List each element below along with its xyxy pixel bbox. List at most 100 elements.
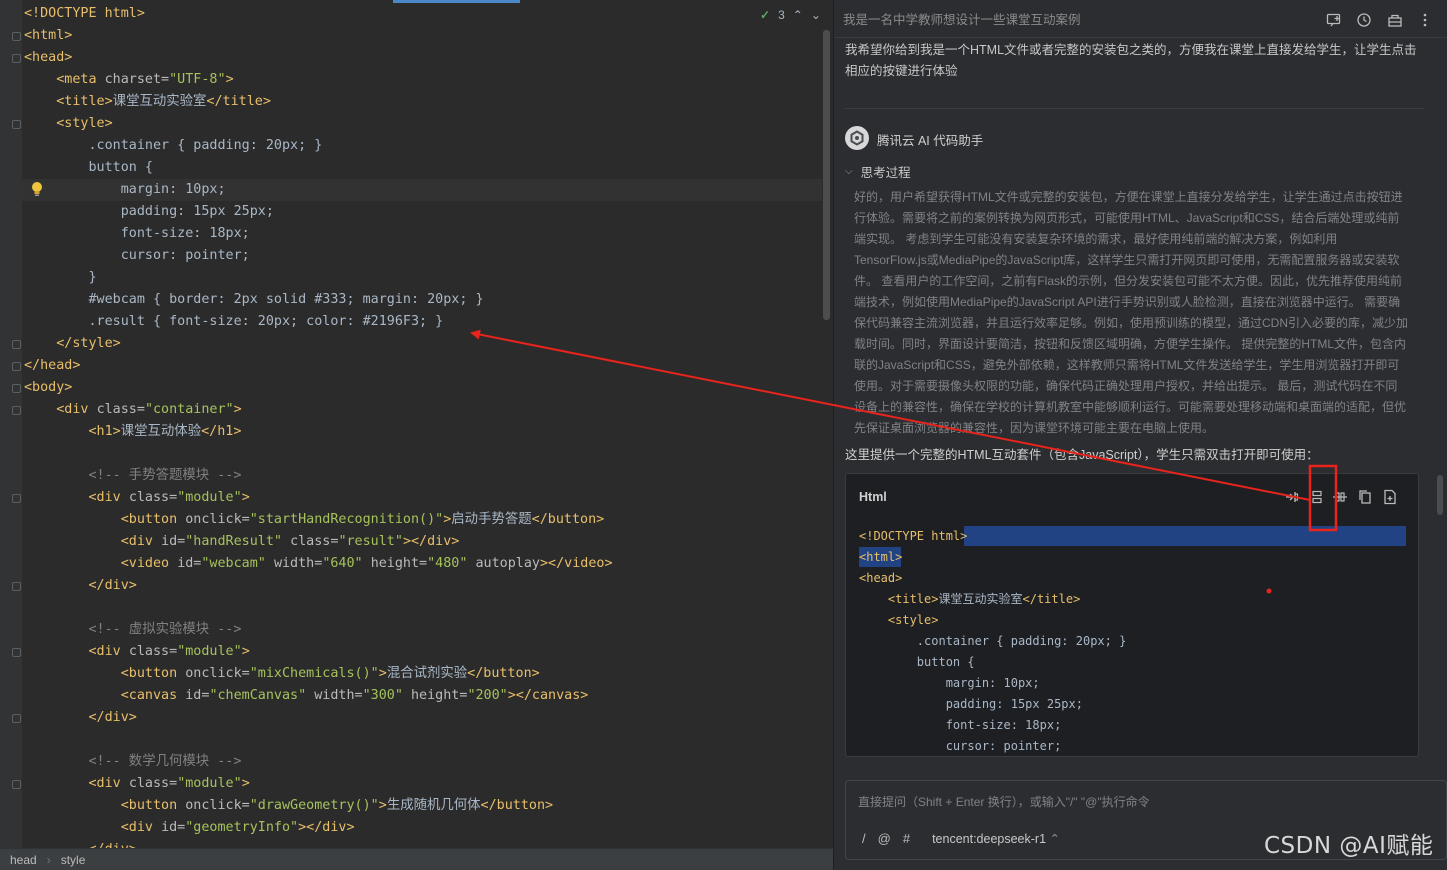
status-bar: head › style — [0, 848, 833, 870]
fold-marker-icon[interactable] — [12, 362, 21, 371]
chevron-up-icon[interactable]: ⌃ — [793, 8, 803, 22]
code-token: 课堂互动实验室 — [112, 94, 207, 109]
code-token: "UTF-8" — [169, 72, 226, 87]
new-file-icon[interactable] — [1382, 489, 1398, 505]
code-line[interactable]: .container { padding: 20px; } — [859, 631, 1127, 652]
code-line[interactable]: <video id="webcam" width="640" height="4… — [24, 553, 613, 575]
new-chat-icon[interactable] — [1326, 12, 1342, 28]
panel-scrollbar[interactable] — [1437, 475, 1443, 515]
code-editor[interactable]: <!DOCTYPE html> <html> <head> <meta charse… — [0, 0, 833, 848]
fold-marker-icon[interactable] — [12, 582, 21, 591]
code-line[interactable]: padding: 15px 25px; — [859, 694, 1083, 715]
code-line[interactable]: <button onclick="startHandRecognition()"… — [24, 509, 604, 531]
code-line[interactable]: <head> — [859, 568, 902, 589]
thinking-toggle[interactable]: ⌵ 思考过程 — [845, 162, 911, 181]
code-token: ></div> — [298, 820, 355, 835]
copy-icon[interactable] — [1357, 489, 1373, 505]
code-line[interactable]: <button onclick="drawGeometry()">生成随机几何体… — [24, 795, 553, 817]
code-line[interactable]: <div class="container"> — [24, 399, 242, 421]
code-line[interactable]: cursor: pointer; — [859, 736, 1062, 756]
code-line[interactable]: <!DOCTYPE html> — [859, 526, 967, 547]
code-token: "module" — [177, 490, 242, 505]
insert-below-icon[interactable] — [1307, 489, 1323, 505]
code-token: 课堂互动实验室 — [938, 592, 1023, 606]
code-line[interactable]: margin: 10px; — [859, 673, 1040, 694]
code-line[interactable]: <button onclick="mixChemicals()">混合试剂实验<… — [24, 663, 540, 685]
history-icon[interactable] — [1356, 12, 1372, 28]
code-token: <body> — [24, 380, 73, 395]
chevron-down-icon[interactable]: ⌄ — [811, 8, 821, 22]
fold-marker-icon[interactable] — [12, 780, 21, 789]
code-line[interactable]: <body> — [24, 377, 72, 399]
toolbox-icon[interactable] — [1387, 12, 1403, 28]
lightbulb-icon[interactable] — [31, 181, 43, 197]
code-line[interactable]: <!-- 虚拟实验模块 --> — [24, 619, 241, 641]
code-line[interactable]: </div> — [24, 575, 136, 597]
code-line[interactable]: <div class="module"> — [24, 773, 249, 795]
code-line[interactable]: margin: 10px; — [24, 179, 226, 201]
code-line[interactable]: <meta charset="UTF-8"> — [24, 69, 233, 91]
code-line[interactable]: <canvas id="chemCanvas" width="300" heig… — [24, 685, 589, 707]
code-line[interactable]: button { — [24, 157, 153, 179]
breadcrumb-head[interactable]: head — [10, 853, 37, 867]
code-line[interactable]: font-size: 18px; — [24, 223, 250, 245]
fold-marker-icon[interactable] — [12, 32, 21, 41]
code-line[interactable]: <div class="module"> — [24, 641, 249, 663]
code-line[interactable]: <html> — [24, 25, 72, 47]
code-line[interactable]: button { — [859, 652, 975, 673]
fold-marker-icon[interactable] — [12, 384, 21, 393]
code-line[interactable]: <div class="module"> — [24, 487, 249, 509]
code-line[interactable]: <h1>课堂互动体验</h1> — [24, 421, 241, 443]
code-line[interactable]: <!-- 手势答题模块 --> — [24, 465, 241, 487]
code-line[interactable]: <title>课堂互动实验室</title> — [24, 91, 271, 113]
code-token: <div — [24, 490, 129, 505]
conversation-title[interactable]: 我是一名中学教师想设计一些课堂互动案例 — [843, 9, 1081, 28]
diff-compare-icon[interactable] — [1332, 489, 1348, 505]
code-token: > — [233, 402, 242, 417]
code-token: <button — [24, 512, 186, 527]
fold-marker-icon[interactable] — [12, 54, 21, 63]
fold-marker-icon[interactable] — [12, 406, 21, 415]
model-name: tencent:deepseek-r1 — [932, 832, 1047, 846]
editor-scrollbar[interactable] — [823, 30, 830, 320]
code-line[interactable]: </div> — [24, 839, 136, 848]
code-line[interactable]: <style> — [24, 113, 112, 135]
code-token: class= — [128, 644, 178, 659]
model-selector[interactable]: tencent:deepseek-r1 ⌃ — [932, 831, 1060, 846]
code-line[interactable]: <style> — [859, 610, 939, 631]
code-line[interactable]: </div> — [24, 707, 136, 729]
breadcrumb-style[interactable]: style — [61, 853, 86, 867]
code-token: 生成随机几何体 — [386, 798, 481, 813]
code-line[interactable]: #webcam { border: 2px solid #333; margin… — [24, 289, 483, 311]
code-line[interactable]: <div id="geometryInfo"></div> — [24, 817, 355, 839]
code-line[interactable]: <title>课堂互动实验室</title> — [859, 589, 1080, 610]
code-line[interactable]: <!-- 数学几何模块 --> — [24, 751, 241, 773]
inspections-widget[interactable]: ✓ 3 ⌃ ⌄ — [760, 8, 821, 22]
code-line[interactable]: cursor: pointer; — [24, 245, 250, 267]
code-line[interactable]: padding: 15px 25px; — [24, 201, 274, 223]
code-line[interactable]: font-size: 18px; — [859, 715, 1062, 736]
code-line[interactable]: </head> — [24, 355, 80, 377]
reference-button[interactable]: # — [903, 831, 910, 846]
fold-marker-icon[interactable] — [12, 494, 21, 503]
code-line[interactable]: <html> — [859, 547, 902, 568]
code-line[interactable]: .container { padding: 20px; } — [24, 135, 322, 157]
code-line[interactable]: <div id="handResult" class="result"></di… — [24, 531, 460, 553]
mention-button[interactable]: @ — [878, 831, 891, 846]
insert-at-cursor-icon[interactable] — [1283, 489, 1299, 505]
code-token: </style> — [24, 336, 121, 351]
fold-marker-icon[interactable] — [12, 120, 21, 129]
code-line[interactable]: </style> — [24, 333, 121, 355]
code-token: "webcam" — [201, 556, 274, 571]
fold-marker-icon[interactable] — [12, 714, 21, 723]
more-options-icon[interactable] — [1417, 12, 1433, 28]
slash-command-button[interactable]: / — [862, 831, 866, 846]
code-line[interactable]: .result { font-size: 20px; color: #2196F… — [24, 311, 443, 333]
fold-marker-icon[interactable] — [12, 648, 21, 657]
code-token: 启动手势答题 — [451, 512, 532, 527]
code-line[interactable]: <head> — [24, 47, 72, 69]
fold-marker-icon[interactable] — [12, 340, 21, 349]
thinking-label: 思考过程 — [860, 166, 911, 180]
code-line[interactable]: <!DOCTYPE html> — [24, 3, 145, 25]
code-line[interactable]: } — [24, 267, 96, 289]
